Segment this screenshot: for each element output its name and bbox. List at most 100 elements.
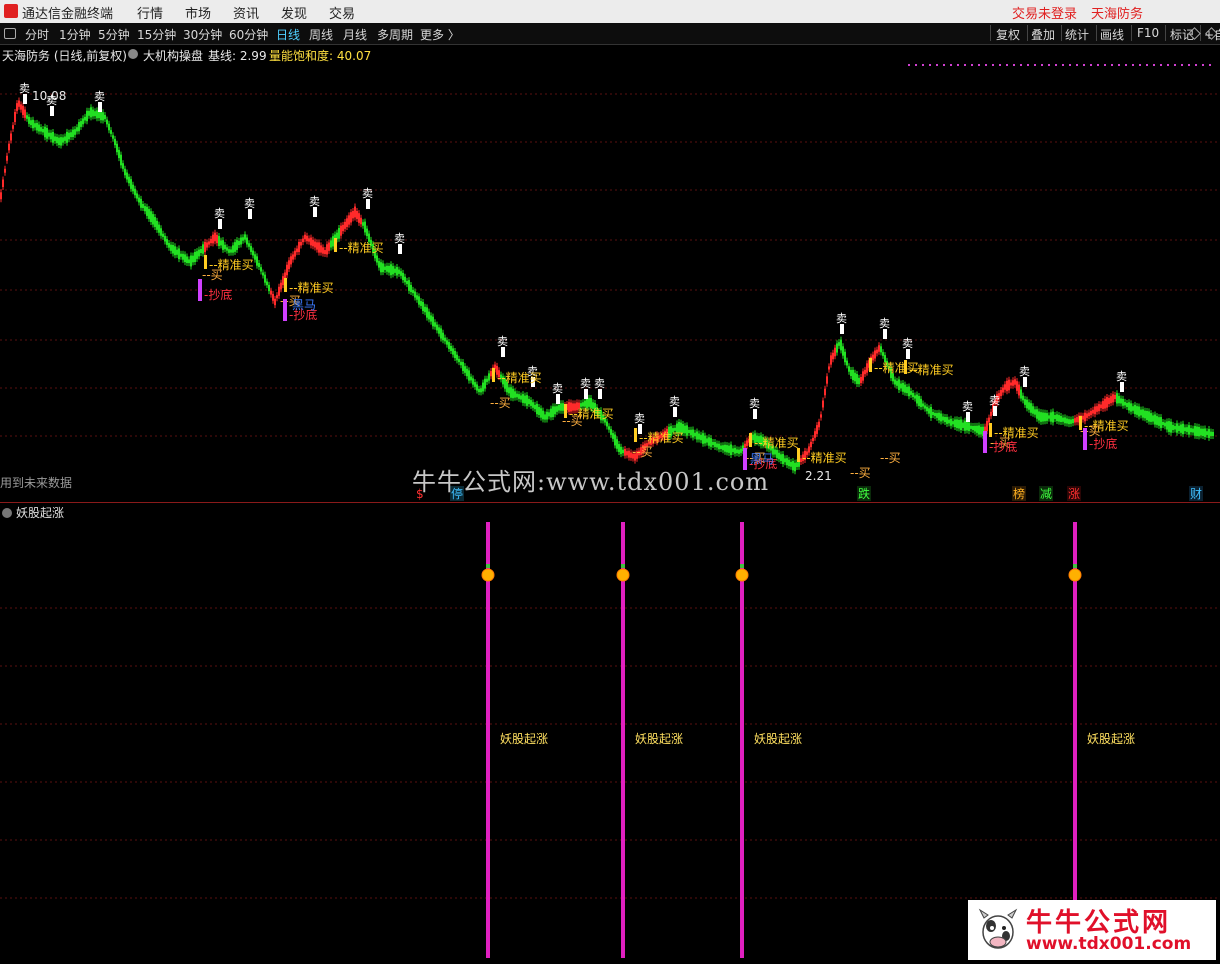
login-status-link[interactable]: 交易未登录 bbox=[1012, 3, 1077, 22]
candle-body bbox=[450, 345, 452, 352]
toolbar-button-draw[interactable]: 画线 bbox=[1100, 26, 1124, 43]
candlestick-chart[interactable]: 10.082.21卖卖 卖卖卖 卖卖卖卖卖卖卖卖卖卖 卖卖 卖卖卖 卖卖 卖--精准买--精… bbox=[0, 62, 1220, 502]
sell-marker bbox=[906, 349, 910, 359]
candle-body bbox=[1102, 401, 1104, 409]
menu-item-trade[interactable]: 交易 bbox=[329, 3, 355, 22]
signal-dot-icon bbox=[616, 568, 630, 582]
menu-item-market[interactable]: 行情 bbox=[137, 3, 163, 22]
candle-body bbox=[962, 422, 964, 428]
candle-body bbox=[974, 425, 976, 432]
candle-body bbox=[824, 388, 826, 396]
candle-body bbox=[1154, 414, 1156, 425]
candle-body bbox=[452, 348, 454, 355]
candle-body bbox=[690, 429, 692, 436]
account-link[interactable]: 天海防务 bbox=[1091, 3, 1143, 22]
candle-body bbox=[880, 346, 882, 353]
menu-item-news[interactable]: 资讯 bbox=[233, 3, 259, 22]
candle-body bbox=[288, 260, 290, 270]
top-tick bbox=[978, 64, 980, 66]
period-tab-15min[interactable]: 15分钟 bbox=[137, 26, 176, 43]
top-tick bbox=[1006, 64, 1008, 66]
candle-body bbox=[34, 123, 36, 128]
candle-body bbox=[952, 421, 954, 425]
toolbar-button-stats[interactable]: 统计 bbox=[1065, 26, 1089, 43]
candle-body bbox=[460, 361, 462, 366]
candle-body bbox=[246, 237, 248, 245]
candle-body bbox=[720, 445, 722, 449]
period-tab-intraday[interactable]: 分时 bbox=[25, 26, 49, 43]
sell-marker bbox=[50, 106, 54, 116]
candle-body bbox=[192, 255, 194, 263]
top-tick bbox=[1013, 64, 1015, 66]
candle-body bbox=[458, 358, 460, 363]
sell-marker bbox=[218, 219, 222, 229]
candle-body bbox=[980, 426, 982, 435]
period-tab-1min[interactable]: 1分钟 bbox=[59, 26, 91, 43]
buy-signal-label: --买 bbox=[850, 466, 871, 480]
sell-marker bbox=[993, 406, 997, 416]
candle-body bbox=[106, 119, 108, 125]
candle-body bbox=[1056, 414, 1058, 422]
chevron-down-icon[interactable] bbox=[2, 508, 12, 518]
menu-item-markets[interactable]: 市场 bbox=[185, 3, 211, 22]
top-tick bbox=[1069, 64, 1071, 66]
period-tab-30min[interactable]: 30分钟 bbox=[183, 26, 222, 43]
signal-chart[interactable]: 妖股起涨 妖股起涨 妖股起涨 妖股起涨 bbox=[0, 518, 1220, 964]
candle-body bbox=[704, 435, 706, 444]
candle-body bbox=[520, 395, 522, 400]
candle-body bbox=[1026, 399, 1028, 409]
candle-body bbox=[1006, 380, 1008, 392]
candle-body bbox=[914, 395, 916, 399]
candle-body bbox=[738, 449, 740, 454]
candle-body bbox=[534, 404, 536, 410]
signal-label: 妖股起涨 bbox=[635, 731, 683, 746]
candle-body bbox=[300, 241, 302, 246]
signal-label: 妖股起涨 bbox=[754, 731, 802, 746]
panel-toggle-icon[interactable] bbox=[4, 28, 16, 39]
candle-body bbox=[552, 406, 554, 418]
candle-body bbox=[424, 306, 426, 313]
candle-body bbox=[1042, 412, 1044, 422]
period-tab-5min[interactable]: 5分钟 bbox=[98, 26, 130, 43]
candle-body bbox=[866, 363, 868, 373]
candle-body bbox=[918, 396, 920, 406]
candle-body bbox=[1146, 410, 1148, 421]
candle-body bbox=[1034, 409, 1036, 415]
candle-body bbox=[936, 413, 938, 418]
top-tick bbox=[1181, 64, 1183, 66]
candle-body bbox=[514, 391, 516, 398]
toolbar-button-overlay[interactable]: 叠加 bbox=[1031, 26, 1055, 43]
period-tab-more[interactable]: 更多 〉 bbox=[420, 26, 460, 43]
toolbar-button-f10[interactable]: F10 bbox=[1137, 26, 1159, 40]
menu-item-discover[interactable]: 发现 bbox=[281, 3, 307, 22]
candle-body bbox=[1202, 428, 1204, 437]
period-tab-weekly[interactable]: 周线 bbox=[309, 26, 333, 43]
sell-signal-label: 卖 bbox=[309, 195, 320, 208]
candle-body bbox=[432, 316, 434, 327]
candle-body bbox=[946, 417, 948, 424]
candle-body bbox=[80, 121, 82, 127]
candle-body bbox=[228, 249, 230, 253]
candle-body bbox=[736, 449, 738, 454]
candle-body bbox=[872, 354, 874, 361]
top-tick bbox=[985, 64, 987, 66]
candle-body bbox=[148, 209, 150, 219]
candle-body bbox=[480, 388, 482, 393]
toolbar-button-adjust[interactable]: 复权 bbox=[996, 26, 1020, 43]
candle-body bbox=[1208, 429, 1210, 438]
period-tab-multi[interactable]: 多周期 bbox=[377, 26, 413, 43]
candle-body bbox=[538, 407, 540, 415]
period-tab-60min[interactable]: 60分钟 bbox=[229, 26, 268, 43]
period-tab-monthly[interactable]: 月线 bbox=[343, 26, 367, 43]
candle-body bbox=[466, 368, 468, 377]
candle-body bbox=[1018, 384, 1020, 396]
candle-body bbox=[382, 263, 384, 273]
candle-body bbox=[1124, 401, 1126, 406]
buy-bar bbox=[334, 238, 337, 252]
candle-body bbox=[272, 293, 274, 301]
indicator-toggle-icon[interactable] bbox=[128, 49, 138, 59]
candle-body bbox=[828, 366, 830, 370]
candle-body bbox=[340, 225, 342, 236]
period-tab-daily[interactable]: 日线 bbox=[276, 26, 300, 43]
candle-body bbox=[262, 272, 264, 276]
